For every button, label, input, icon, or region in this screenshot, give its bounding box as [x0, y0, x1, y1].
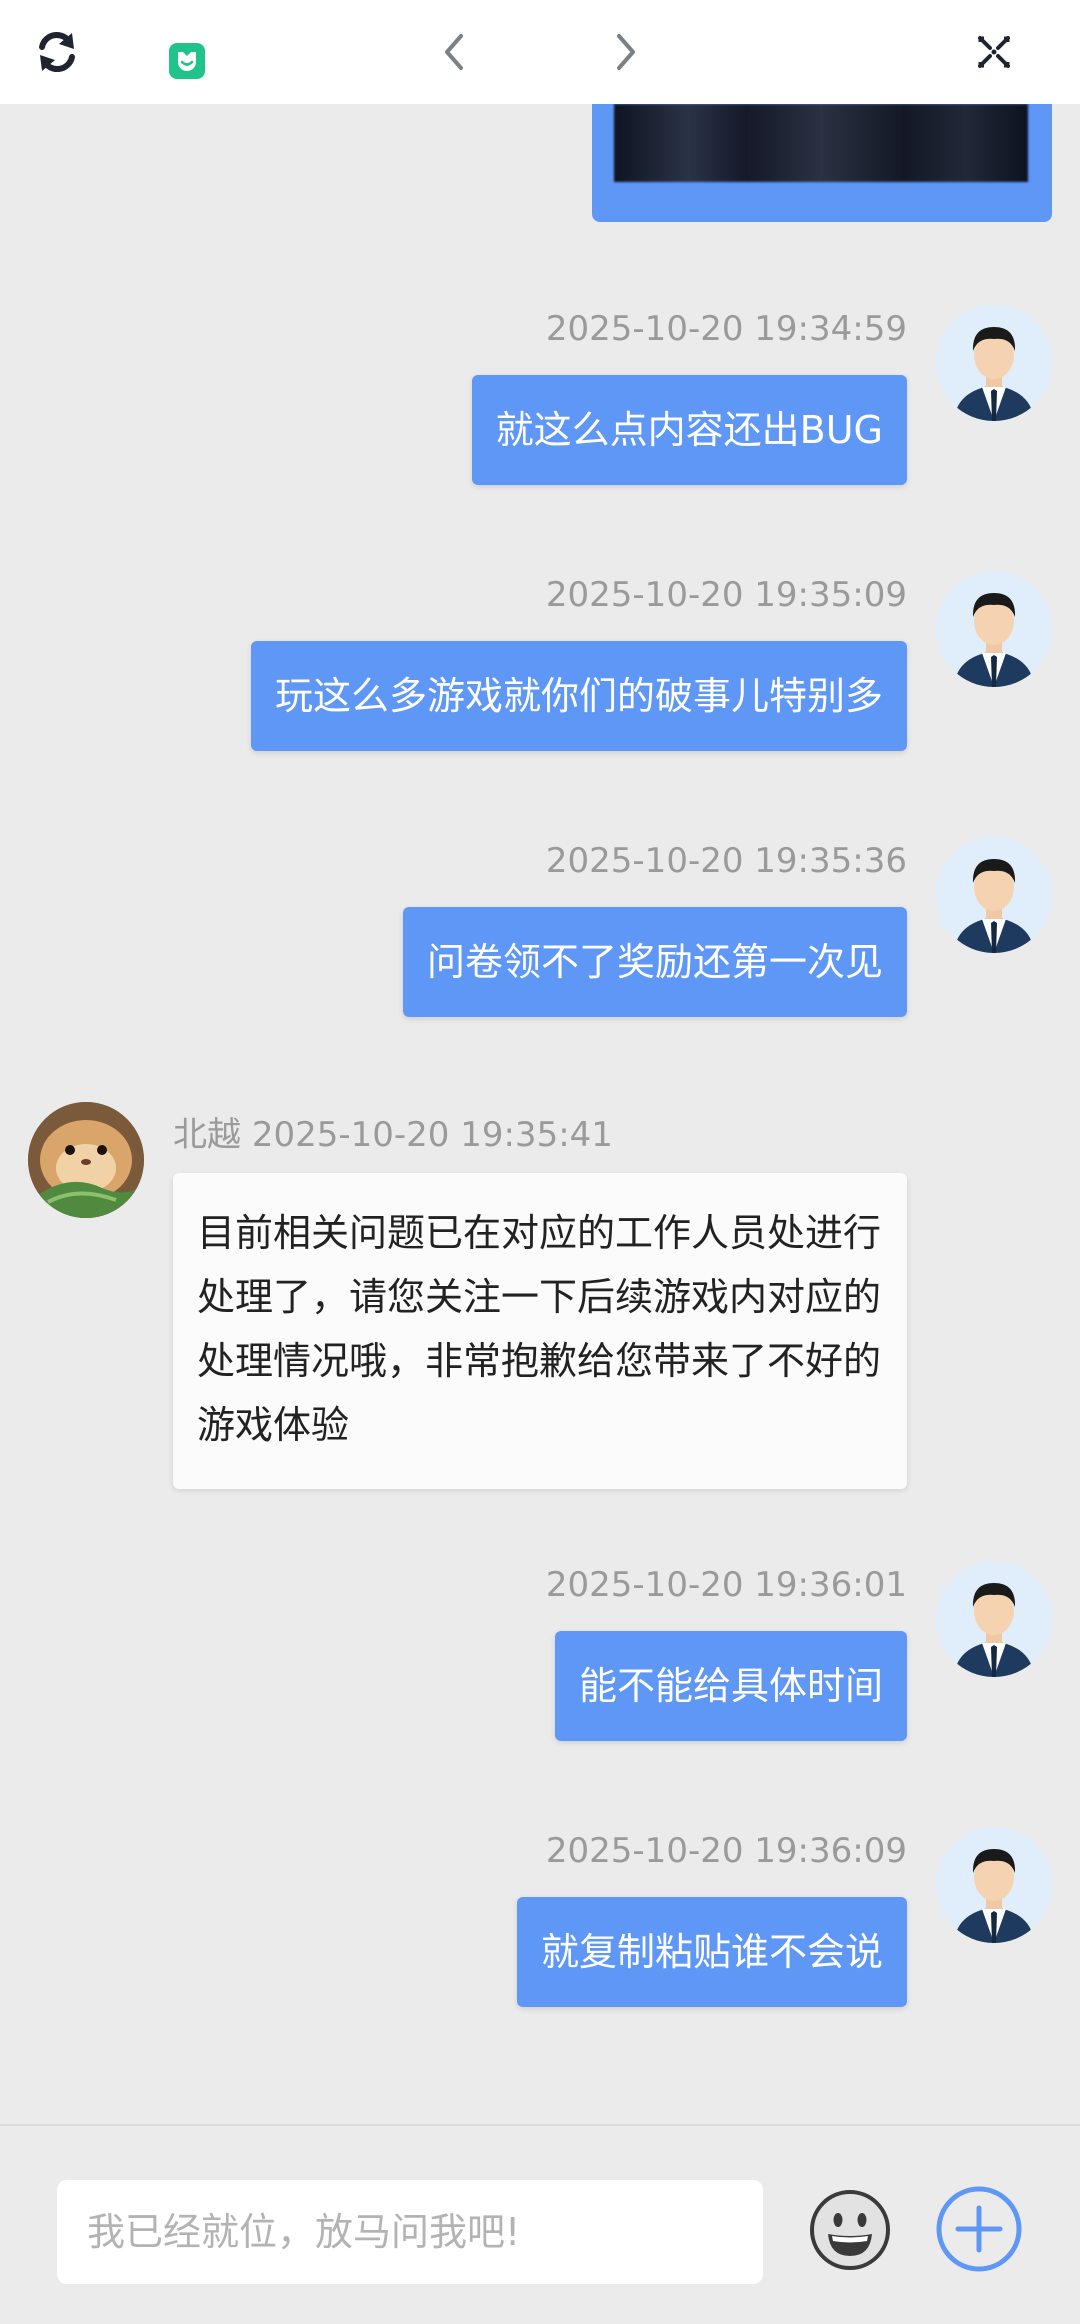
user-message-bubble[interactable]: 就复制粘贴谁不会说 — [516, 1897, 907, 2007]
forward-arrow-icon[interactable] — [596, 22, 656, 82]
user-avatar[interactable] — [936, 571, 1052, 687]
refresh-icon[interactable] — [27, 22, 87, 82]
image-thumbnail[interactable] — [614, 104, 1028, 182]
plus-icon[interactable] — [934, 2184, 1024, 2274]
message-timestamp: 2025-10-20 19:34:59 — [545, 309, 907, 349]
image-message[interactable] — [592, 104, 1052, 222]
user-message-bubble[interactable]: 玩这么多游戏就你们的破事儿特别多 — [250, 641, 907, 751]
message-timestamp: 2025-10-20 19:35:41 — [251, 1115, 613, 1155]
emoji-icon[interactable] — [808, 2188, 892, 2272]
user-avatar[interactable] — [936, 837, 1052, 953]
agent-name: 北越 — [173, 1115, 241, 1155]
back-arrow-icon[interactable] — [424, 22, 484, 82]
message-input[interactable] — [57, 2180, 763, 2284]
top-bar — [0, 0, 1080, 104]
message-timestamp: 2025-10-20 19:36:09 — [545, 1831, 907, 1871]
user-message-bubble[interactable]: 能不能给具体时间 — [554, 1631, 907, 1741]
user-message-bubble[interactable]: 就这么点内容还出BUG — [471, 375, 907, 485]
agent-header: 北越 2025-10-20 19:35:41 — [173, 1107, 613, 1156]
user-message-bubble[interactable]: 问卷领不了奖励还第一次见 — [402, 907, 907, 1017]
close-icon[interactable] — [964, 22, 1024, 82]
user-avatar[interactable] — [936, 305, 1052, 421]
message-timestamp: 2025-10-20 19:35:36 — [545, 841, 907, 881]
user-avatar[interactable] — [936, 1827, 1052, 1943]
message-timestamp: 2025-10-20 19:35:09 — [545, 575, 907, 615]
input-bar — [0, 2124, 1080, 2324]
chat-area[interactable]: 2025-10-20 19:34:59 就这么点内容还出BUG 2025-10-… — [0, 104, 1080, 2124]
agent-message-bubble[interactable]: 目前相关问题已在对应的工作人员处进行处理了，请您关注一下后续游戏内对应的处理情况… — [173, 1173, 907, 1489]
user-avatar[interactable] — [936, 1561, 1052, 1677]
mini-app-icon[interactable] — [157, 31, 217, 91]
message-timestamp: 2025-10-20 19:36:01 — [545, 1565, 907, 1605]
agent-avatar[interactable] — [28, 1102, 144, 1218]
